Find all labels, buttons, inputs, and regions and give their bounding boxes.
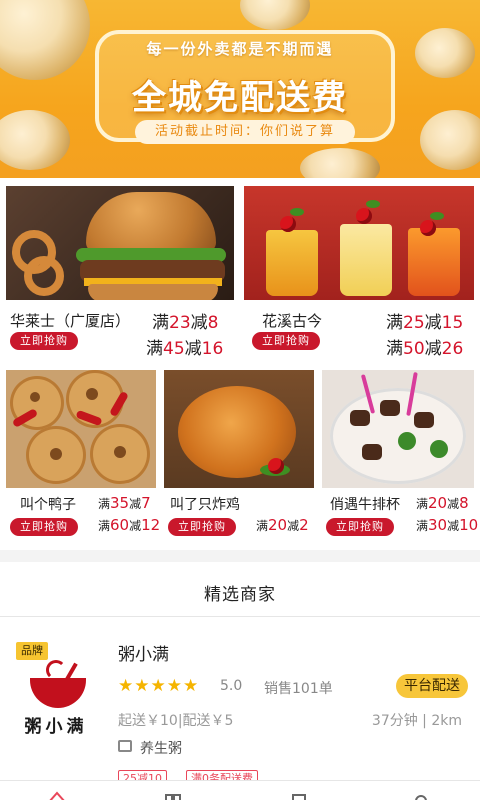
buy-now-button[interactable]: 立即抢购 <box>252 332 320 350</box>
delivery-eta: 37分钟 | 2km <box>371 713 462 729</box>
delivery-fees: 起送￥10|配送￥5 <box>118 713 234 729</box>
divider-line <box>0 616 480 617</box>
profile-icon[interactable] <box>412 789 430 800</box>
shop-name: 俏遇牛排杯 <box>330 497 400 513</box>
banner-headline: 全城免配送费 <box>132 78 348 118</box>
steak-cup-image <box>322 370 474 488</box>
merchant-category: 养生粥 <box>140 741 182 757</box>
dish-image <box>300 148 380 178</box>
rating-score: 5.0 <box>220 678 243 694</box>
buy-now-button[interactable]: 立即抢购 <box>168 518 236 536</box>
merchant-name[interactable]: 粥小满 <box>118 640 169 665</box>
category-icon[interactable] <box>164 789 182 800</box>
discount-offer: 满20减8 <box>416 494 469 512</box>
lotus-image <box>6 370 156 488</box>
dish-image <box>0 110 70 170</box>
discount-offer: 满30减10 <box>416 516 479 534</box>
discount-offer: 满23减8 <box>152 313 219 333</box>
discount-offer: 满50减26 <box>386 339 464 359</box>
buy-now-button[interactable]: 立即抢购 <box>10 332 78 350</box>
dish-image <box>240 0 310 30</box>
buy-now-button[interactable]: 立即抢购 <box>10 518 78 536</box>
platform-delivery-badge: 平台配送 <box>396 674 468 698</box>
dish-image <box>420 110 480 170</box>
logo-text: 粥小满 <box>24 717 88 737</box>
discount-offer: 满20减2 <box>256 516 309 534</box>
deal-card[interactable]: 华莱士（广厦店） 立即抢购 满23减8 满45减16 <box>6 186 234 362</box>
deal-card[interactable]: 叫了只炸鸡 立即抢购 满20减2 <box>164 370 314 542</box>
shop-name: 叫了只炸鸡 <box>170 497 240 513</box>
sales-count: 销售101单 <box>264 681 333 697</box>
section-divider <box>0 550 480 562</box>
deal-card[interactable]: 俏遇牛排杯 立即抢购 满20减8 满30减10 <box>322 370 478 542</box>
deal-card[interactable]: 花溪古今 立即抢购 满25减15 满50减26 <box>244 186 474 362</box>
store-icon <box>118 740 132 752</box>
promo-banner[interactable]: 每一份外卖都是不期而遇 全城免配送费 活动截止时间：你们说了算 <box>0 0 480 178</box>
banner-tagline: 每一份外卖都是不期而遇 <box>146 40 334 58</box>
bowl-icon <box>30 678 86 708</box>
discount-offer: 满60减12 <box>98 516 161 534</box>
shop-logo[interactable]: 品牌 粥小满 <box>16 642 96 737</box>
star-rating-icon: ★★★★★ <box>118 676 200 696</box>
burger-image <box>6 186 234 300</box>
featured-merchants: 精选商家 品牌 粥小满 粥小满 ★★★★★ 5.0 销售101单 平台配送 起送… <box>0 562 480 800</box>
brand-badge: 品牌 <box>16 642 48 660</box>
discount-offer: 满25减15 <box>386 313 464 333</box>
discount-offer: 满35减7 <box>98 494 151 512</box>
section-title: 精选商家 <box>204 585 276 605</box>
shop-name: 叫个鸭子 <box>20 497 76 513</box>
banner-deadline: 活动截止时间：你们说了算 <box>135 120 355 144</box>
home-icon[interactable] <box>48 789 66 800</box>
steam-icon <box>46 660 66 680</box>
discount-offer: 满45减16 <box>146 339 224 359</box>
shop-name: 华莱士（广厦店） <box>10 312 131 330</box>
shop-name: 花溪古今 <box>262 312 323 330</box>
deal-card[interactable]: 叫个鸭子 立即抢购 满35减7 满60减12 <box>6 370 160 542</box>
app-page: 每一份外卖都是不期而遇 全城免配送费 活动截止时间：你们说了算 华莱士（广厦店）… <box>0 0 480 800</box>
deals-grid: 华莱士（广厦店） 立即抢购 满23减8 满45减16 花溪古今 立即抢购 满25… <box>0 178 480 550</box>
orders-icon[interactable] <box>290 789 308 800</box>
bottom-tab-bar <box>0 780 480 800</box>
chicken-image <box>164 370 314 488</box>
buy-now-button[interactable]: 立即抢购 <box>326 518 394 536</box>
drinks-image <box>244 186 474 300</box>
